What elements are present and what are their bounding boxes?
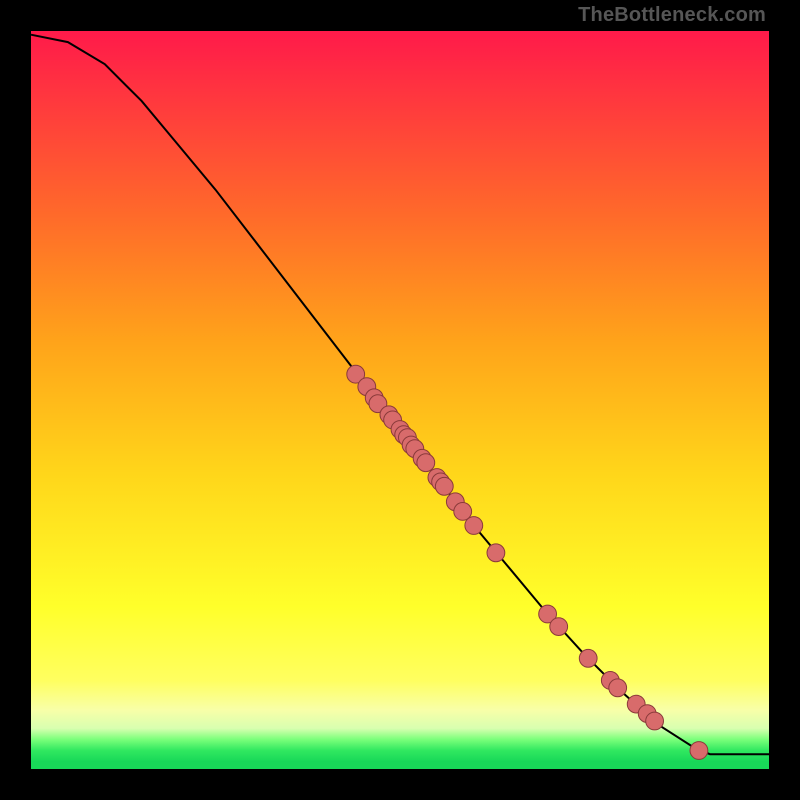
- data-point: [417, 454, 435, 472]
- data-point: [646, 712, 664, 730]
- data-point: [609, 679, 627, 697]
- performance-curve: [31, 35, 769, 755]
- data-point: [550, 618, 568, 636]
- data-point: [435, 477, 453, 495]
- scatter-layer: [347, 365, 708, 759]
- data-point: [579, 649, 597, 667]
- chart-frame: TheBottleneck.com: [0, 0, 800, 800]
- data-point: [465, 517, 483, 535]
- data-point: [690, 742, 708, 760]
- chart-svg: [31, 31, 769, 769]
- watermark-text: TheBottleneck.com: [578, 4, 766, 27]
- data-point: [487, 544, 505, 562]
